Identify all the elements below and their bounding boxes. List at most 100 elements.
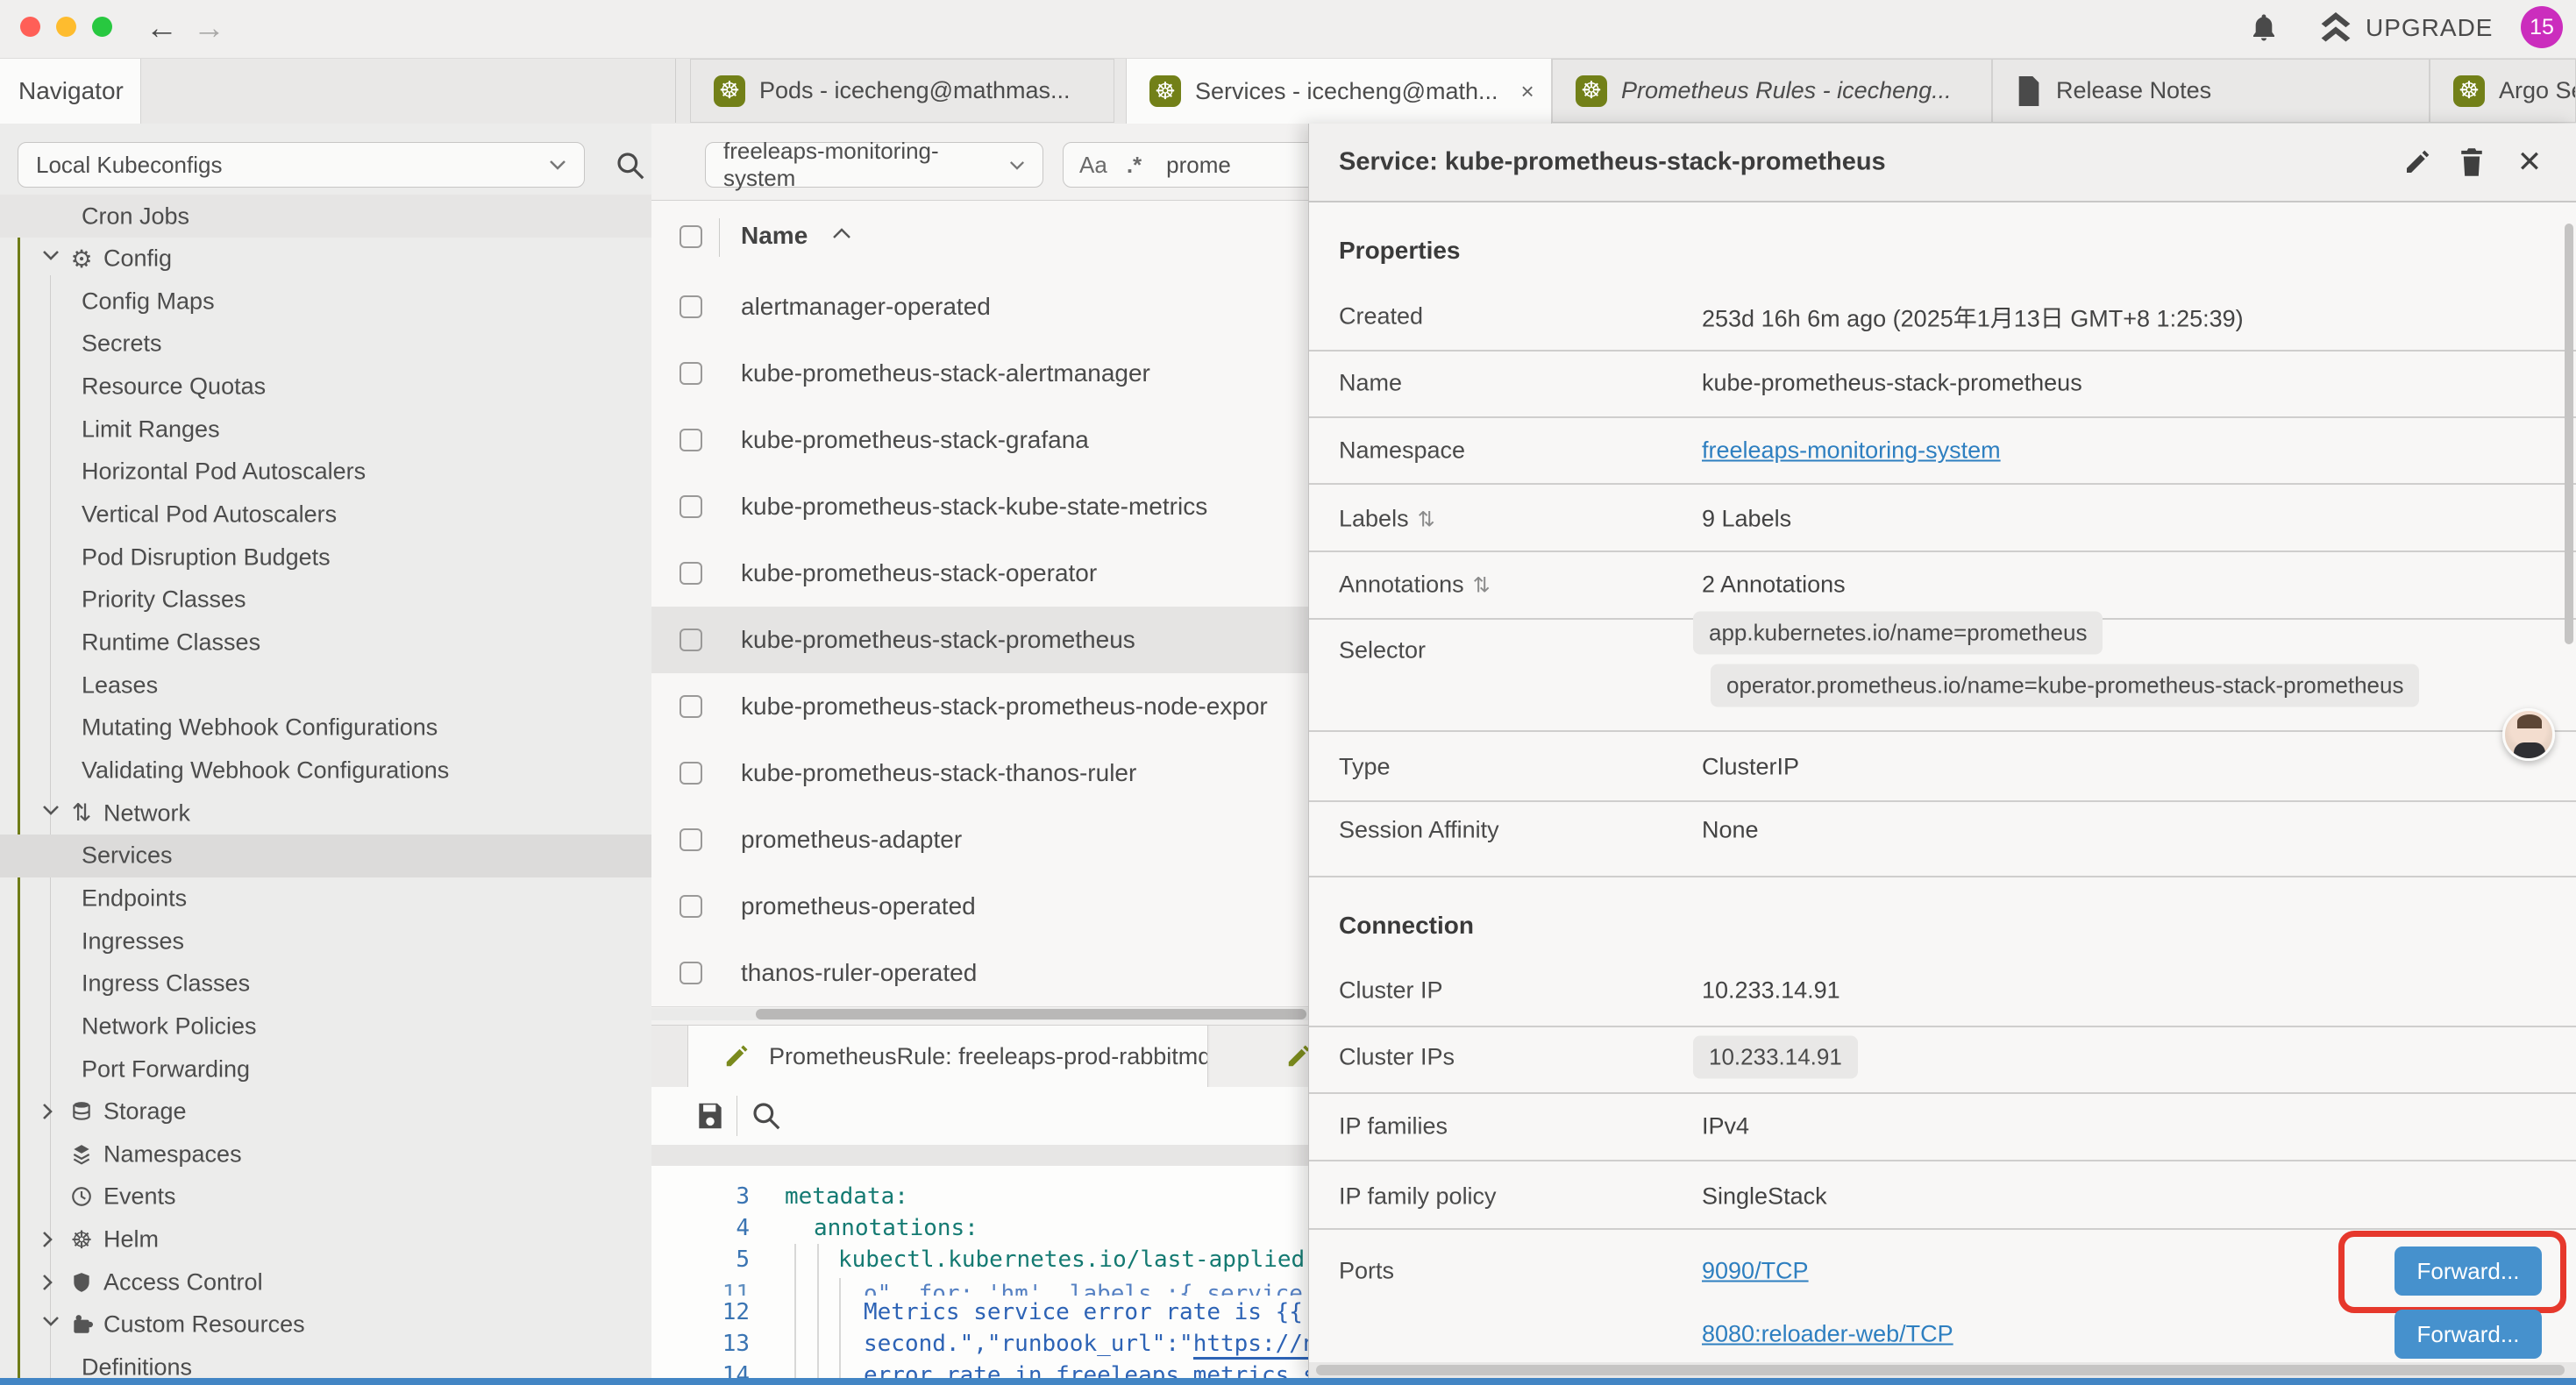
sidebar-item-resource-quotas[interactable]: Resource Quotas <box>0 366 651 408</box>
sidebar-item-validating-webhook-configurations[interactable]: Validating Webhook Configurations <box>0 749 651 792</box>
sidebar-item-access-control[interactable]: Access Control <box>0 1261 651 1303</box>
tab-release-notes[interactable]: Release Notes <box>1992 59 2430 123</box>
sidebar-item-storage[interactable]: Storage <box>0 1090 651 1133</box>
table-row[interactable]: thanos-ruler-operated <box>651 940 1308 1007</box>
editor-tab-partial[interactable] <box>1210 1026 1308 1087</box>
bell-icon[interactable] <box>2248 11 2280 46</box>
search-icon[interactable] <box>750 1099 783 1133</box>
edit-pencil-icon[interactable] <box>2400 145 2435 180</box>
sidebar-item-endpoints[interactable]: Endpoints <box>0 877 651 920</box>
tab-services-icecheng-math[interactable]: ☸Services - icecheng@math...× <box>1126 59 1552 124</box>
chevron-down-icon[interactable] <box>42 805 60 822</box>
sidebar-item-events[interactable]: Events <box>0 1175 651 1218</box>
trash-icon[interactable] <box>2454 145 2489 180</box>
namespace-select[interactable]: freeleaps-monitoring-system <box>705 142 1043 188</box>
sidebar-item-config[interactable]: ⚙Config <box>0 238 651 281</box>
sidebar-item-pod-disruption-budgets[interactable]: Pod Disruption Budgets <box>0 536 651 579</box>
editor-tab-prometheusrule[interactable]: PrometheusRule: freeleaps-prod-rabbitmq <box>687 1026 1208 1087</box>
sidebar-item-priority-classes[interactable]: Priority Classes <box>0 579 651 621</box>
sidebar-item-cron-jobs[interactable]: Cron Jobs <box>0 195 651 238</box>
sidebar-item-ingresses[interactable]: Ingresses <box>0 920 651 962</box>
row-checkbox[interactable] <box>680 429 702 451</box>
row-checkbox[interactable] <box>680 828 702 851</box>
sort-toggle-icon[interactable]: ⇅ <box>1473 574 1491 598</box>
close-icon[interactable]: × <box>1521 78 1534 105</box>
tab-pods-icecheng-mathmas[interactable]: ☸Pods - icecheng@mathmas... <box>690 59 1114 123</box>
chevron-right-icon[interactable] <box>42 1274 60 1291</box>
port-link[interactable]: 9090/TCP <box>1702 1258 1809 1285</box>
tab-navigator[interactable]: Navigator <box>0 59 141 124</box>
drawer-hscrollbar-thumb[interactable] <box>1316 1365 2565 1375</box>
sidebar-item-namespaces[interactable]: Namespaces <box>0 1133 651 1175</box>
table-row[interactable]: prometheus-adapter <box>651 806 1308 874</box>
sidebar-item-services[interactable]: Services <box>0 835 651 877</box>
sidebar-item-vertical-pod-autoscalers[interactable]: Vertical Pod Autoscalers <box>0 494 651 536</box>
sidebar-item-ingress-classes[interactable]: Ingress Classes <box>0 962 651 1005</box>
maximize-window-button[interactable] <box>92 17 112 37</box>
forward-icon[interactable]: → <box>193 11 225 46</box>
table-row[interactable]: prometheus-operated <box>651 873 1308 941</box>
table-row[interactable]: kube-prometheus-stack-operator <box>651 540 1308 607</box>
row-checkbox[interactable] <box>680 629 702 651</box>
drawer-hscrollbar-track[interactable] <box>1309 1362 2576 1378</box>
name-filter-input[interactable]: Aa .* prome <box>1063 142 1308 188</box>
port-link[interactable]: 8080:reloader-web/TCP <box>1702 1321 1953 1348</box>
table-hscrollbar-track[interactable] <box>651 1008 1308 1020</box>
chevron-right-icon[interactable] <box>42 1103 60 1120</box>
sidebar-item-limit-ranges[interactable]: Limit Ranges <box>0 408 651 451</box>
back-icon[interactable]: ← <box>146 11 178 46</box>
avatar[interactable] <box>2502 708 2555 761</box>
sidebar-item-horizontal-pod-autoscalers[interactable]: Horizontal Pod Autoscalers <box>0 451 651 494</box>
row-checkbox[interactable] <box>680 495 702 518</box>
notification-badge[interactable]: 15 <box>2521 6 2563 48</box>
sidebar-item-runtime-classes[interactable]: Runtime Classes <box>0 621 651 664</box>
minimize-window-button[interactable] <box>56 17 76 37</box>
close-window-button[interactable] <box>20 17 40 37</box>
row-checkbox[interactable] <box>680 762 702 785</box>
sort-toggle-icon[interactable]: ⇅ <box>1418 508 1435 532</box>
tab-argo-se[interactable]: ☸Argo Se <box>2430 59 2576 123</box>
column-header-name[interactable]: Name <box>741 222 808 250</box>
table-row[interactable]: kube-prometheus-stack-grafana <box>651 407 1308 474</box>
table-row[interactable]: kube-prometheus-stack-prometheus-node-ex… <box>651 673 1308 741</box>
upgrade-label[interactable]: UPGRADE <box>2366 14 2493 42</box>
sidebar-item-definitions[interactable]: Definitions <box>0 1346 651 1378</box>
sidebar-item-network-policies[interactable]: Network Policies <box>0 1005 651 1048</box>
upgrade-double-chevron-icon[interactable] <box>2318 12 2353 44</box>
row-checkbox[interactable] <box>680 695 702 718</box>
match-case-icon[interactable]: Aa <box>1079 152 1107 179</box>
drawer-vscrollbar-thumb[interactable] <box>2565 224 2573 644</box>
regex-icon[interactable]: .* <box>1127 152 1142 179</box>
sidebar-item-config-maps[interactable]: Config Maps <box>0 280 651 323</box>
row-checkbox[interactable] <box>680 962 702 984</box>
table-row[interactable]: kube-prometheus-stack-alertmanager <box>651 340 1308 408</box>
namespace-link[interactable]: freeleaps-monitoring-system <box>1702 437 2001 465</box>
table-row[interactable]: alertmanager-operated <box>651 273 1308 341</box>
row-checkbox[interactable] <box>680 562 702 585</box>
yaml-editor[interactable]: 3metadata:4annotations:5kubectl.kubernet… <box>651 1166 1308 1378</box>
sidebar-item-port-forwarding[interactable]: Port Forwarding <box>0 1048 651 1090</box>
save-icon[interactable] <box>694 1099 727 1133</box>
sidebar-item-mutating-webhook-configurations[interactable]: Mutating Webhook Configurations <box>0 707 651 749</box>
row-checkbox[interactable] <box>680 295 702 318</box>
select-all-checkbox[interactable] <box>680 225 702 248</box>
chevron-down-icon[interactable] <box>42 250 60 267</box>
table-row[interactable]: kube-prometheus-stack-kube-state-metrics <box>651 473 1308 541</box>
forward-button[interactable]: Forward... <box>2395 1310 2542 1359</box>
sort-asc-icon[interactable] <box>832 227 851 239</box>
sidebar-item-secrets[interactable]: Secrets <box>0 323 651 366</box>
table-row[interactable]: kube-prometheus-stack-thanos-ruler <box>651 740 1308 807</box>
close-icon[interactable]: ✕ <box>2512 145 2547 180</box>
chevron-right-icon[interactable] <box>42 1231 60 1248</box>
row-checkbox[interactable] <box>680 895 702 918</box>
row-checkbox[interactable] <box>680 362 702 385</box>
sidebar-item-custom-resources[interactable]: Custom Resources <box>0 1303 651 1346</box>
chevron-down-icon[interactable] <box>42 1316 60 1333</box>
sidebar-item-helm[interactable]: ☸Helm <box>0 1218 651 1261</box>
runbook-url-link[interactable]: https://net <box>1193 1331 1308 1360</box>
table-hscrollbar-thumb[interactable] <box>756 1009 1306 1019</box>
table-row[interactable]: kube-prometheus-stack-prometheus <box>651 607 1308 674</box>
sidebar-item-network[interactable]: ⇅Network <box>0 792 651 835</box>
sidebar-item-leases[interactable]: Leases <box>0 664 651 707</box>
tab-prometheus-rules-icecheng[interactable]: ☸Prometheus Rules - icecheng... <box>1552 59 1992 123</box>
